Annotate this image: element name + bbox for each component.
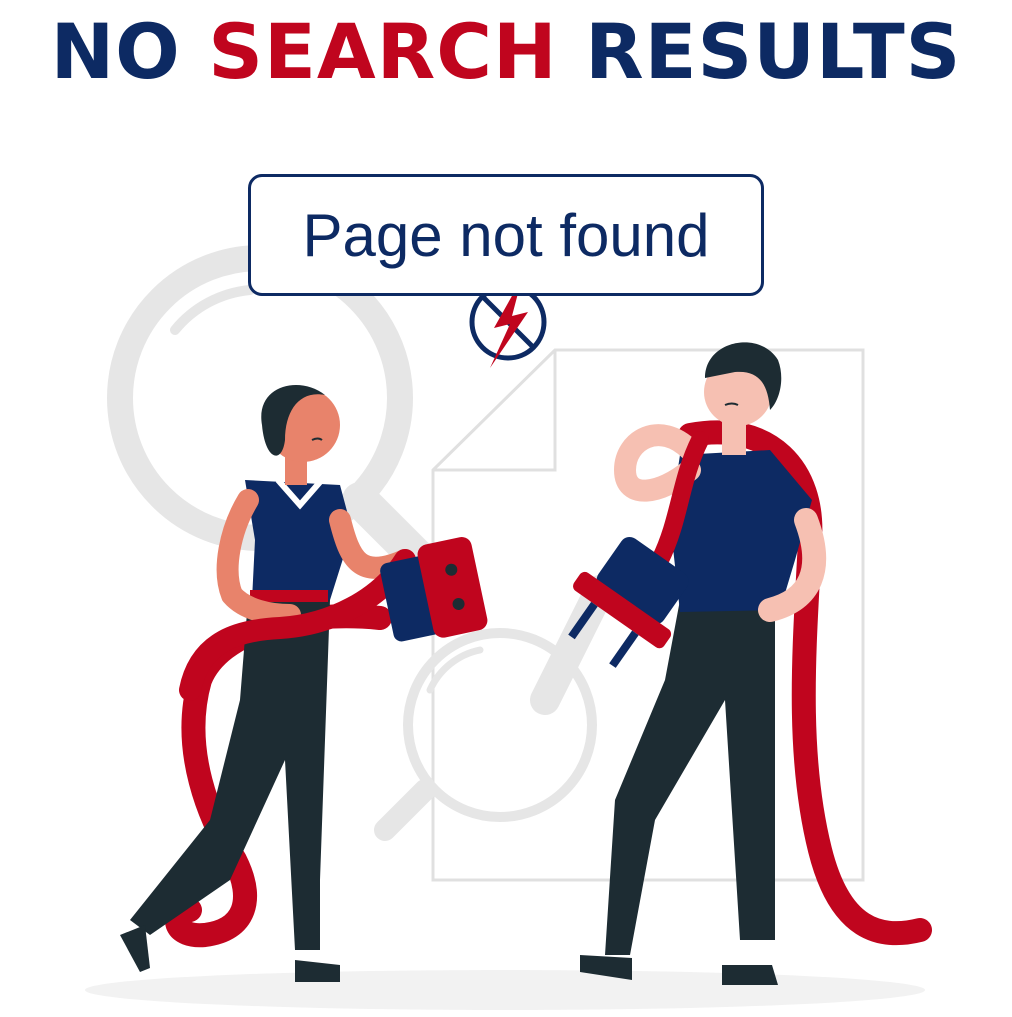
illustration (85, 245, 932, 1010)
page-not-found-callout: Page not found (248, 174, 764, 296)
ground-shadow (85, 970, 925, 1010)
callout-text: Page not found (302, 201, 710, 269)
